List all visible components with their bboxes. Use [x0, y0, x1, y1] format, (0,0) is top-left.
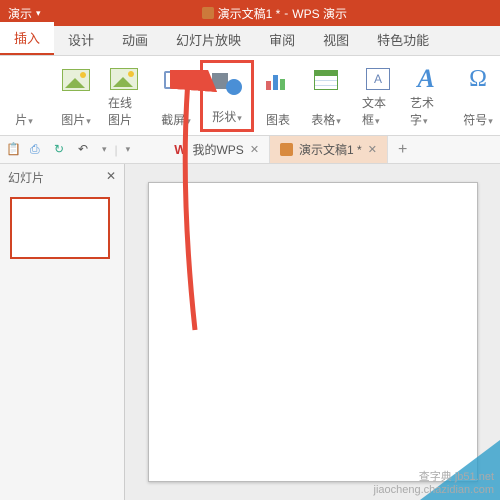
table-button[interactable]: 表格	[302, 60, 350, 132]
slide-thumbnail[interactable]	[10, 197, 110, 259]
qat-more-icon[interactable]: ▾	[126, 144, 131, 155]
screenshot-button[interactable]: 截屏	[152, 60, 200, 132]
slide-canvas[interactable]	[125, 164, 500, 500]
ribbon-tabs: 插入 设计 动画 幻灯片放映 审阅 视图 特色功能	[0, 26, 500, 56]
wordart-button[interactable]: A艺术字	[402, 60, 450, 132]
tab-features[interactable]: 特色功能	[363, 24, 443, 55]
tab-insert[interactable]: 插入	[0, 22, 54, 55]
save-icon[interactable]: ⎙	[30, 142, 46, 158]
new-slide-button[interactable]: 片	[0, 60, 48, 132]
tab-slideshow[interactable]: 幻灯片放映	[162, 24, 255, 55]
picture-icon	[62, 69, 90, 91]
window-title: 演示文稿1 * - WPS 演示	[49, 5, 500, 22]
screenshot-icon	[164, 71, 188, 89]
close-icon[interactable]: ✕	[368, 143, 377, 156]
tab-view[interactable]: 视图	[309, 24, 363, 55]
add-tab-button[interactable]: +	[388, 136, 417, 163]
chart-icon	[266, 70, 290, 90]
slide[interactable]	[148, 182, 478, 482]
tab-review[interactable]: 审阅	[255, 24, 309, 55]
symbol-button[interactable]: Ω符号	[454, 60, 500, 132]
slide-panel: 幻灯片 ✕	[0, 164, 125, 500]
close-icon[interactable]: ✕	[250, 143, 259, 156]
picture-button[interactable]: 图片	[52, 60, 100, 132]
shapes-button[interactable]: 形状	[200, 60, 254, 132]
app-tag: 演示▾	[0, 5, 49, 22]
refresh-icon[interactable]: ↻	[54, 142, 70, 158]
presentation-icon	[280, 143, 293, 156]
online-picture-icon	[110, 68, 138, 90]
textbox-button[interactable]: 文本框	[354, 60, 402, 132]
wordart-icon: A	[417, 64, 434, 94]
chart-button[interactable]: 图表	[254, 60, 302, 132]
presentation-icon	[202, 7, 214, 19]
wps-logo-icon: W	[174, 142, 186, 157]
doctab-presentation[interactable]: 演示文稿1 *✕	[270, 136, 388, 163]
undo-icon[interactable]: ↶	[78, 142, 94, 158]
table-icon	[314, 70, 338, 90]
tab-animation[interactable]: 动画	[108, 24, 162, 55]
doctab-mywps[interactable]: W我的WPS✕	[164, 136, 270, 163]
quick-access-bar: 📋 ⎙ ↻ ↶ ▾ | ▾ W我的WPS✕ 演示文稿1 *✕ +	[0, 136, 500, 164]
online-picture-button[interactable]: 在线图片	[100, 60, 148, 132]
tab-design[interactable]: 设计	[54, 24, 108, 55]
textbox-icon	[366, 68, 390, 90]
symbol-icon: Ω	[469, 66, 487, 93]
ribbon: 片 图片 在线图片 截屏 形状 图表 表格 文本框 A艺术字 Ω符号 π公式	[0, 56, 500, 136]
panel-close-icon[interactable]: ✕	[106, 169, 116, 186]
watermark-text: 查字典 jb51.netjiaocheng.chazidian.com	[374, 468, 494, 496]
qat-dropdown[interactable]: ▾	[102, 144, 107, 155]
paste-icon[interactable]: 📋	[6, 142, 22, 158]
shapes-icon	[212, 71, 242, 95]
panel-title: 幻灯片	[8, 169, 44, 186]
